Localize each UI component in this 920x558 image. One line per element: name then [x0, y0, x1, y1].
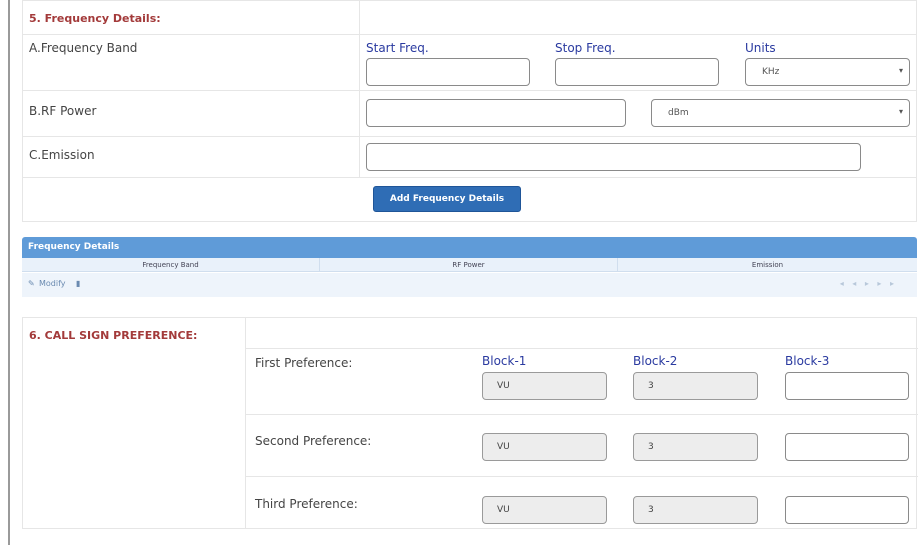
block-2-header: Block-2: [633, 354, 678, 368]
emission-input[interactable]: [366, 143, 861, 171]
rf-power-row: B.RF Power dBm ▾: [23, 91, 916, 137]
modify-link[interactable]: Modify: [39, 279, 66, 288]
grid-header-row: Frequency Band RF Power Emission: [22, 258, 917, 272]
third-preference-block-3-input[interactable]: [785, 496, 909, 524]
trash-icon[interactable]: ▮: [76, 279, 80, 288]
column-header-emission[interactable]: Emission: [618, 258, 917, 272]
rf-power-label: B.RF Power: [29, 104, 97, 118]
chevron-down-icon: ▾: [898, 107, 903, 116]
start-freq-header: Start Freq.: [366, 41, 429, 55]
first-preference-label: First Preference:: [255, 356, 353, 370]
pencil-icon[interactable]: ✎: [28, 279, 35, 288]
call-sign-preference-section: 6. CALL SIGN PREFERENCE: Block-1 Block-2…: [22, 317, 918, 529]
emission-label: C.Emission: [29, 148, 95, 162]
chevron-down-icon: ▾: [898, 66, 903, 75]
rf-power-unit-select[interactable]: dBm ▾: [651, 99, 910, 127]
stop-freq-header: Stop Freq.: [555, 41, 616, 55]
start-freq-input[interactable]: [366, 58, 530, 86]
third-preference-label: Third Preference:: [255, 497, 358, 511]
emission-row: C.Emission: [23, 137, 916, 178]
units-header: Units: [745, 41, 776, 55]
block-1-header: Block-1: [482, 354, 527, 368]
block-3-header: Block-3: [785, 354, 830, 368]
first-preference-block-2: 3: [633, 372, 758, 400]
add-frequency-details-button[interactable]: Add Frequency Details: [373, 186, 521, 212]
section5-title-row: 5. Frequency Details:: [23, 1, 916, 35]
pager-controls[interactable]: ◂ ◂ ▸ ▸ ▸: [840, 279, 897, 288]
column-header-frequency-band[interactable]: Frequency Band: [22, 258, 320, 272]
third-preference-block-2: 3: [633, 496, 758, 524]
second-preference-label: Second Preference:: [255, 434, 372, 448]
section5-title: 5. Frequency Details:: [29, 12, 161, 25]
units-select[interactable]: KHz ▾: [745, 58, 910, 86]
second-preference-block-3-input[interactable]: [785, 433, 909, 461]
rf-power-input[interactable]: [366, 99, 626, 127]
rf-power-unit-value: dBm: [668, 108, 689, 118]
second-preference-block-2: 3: [633, 433, 758, 461]
frequency-band-label: A.Frequency Band: [29, 41, 138, 55]
units-select-value: KHz: [762, 67, 780, 77]
left-border: [8, 0, 10, 545]
frequency-details-grid: Frequency Details Frequency Band RF Powe…: [22, 237, 917, 297]
second-preference-block-1: VU: [482, 433, 607, 461]
first-preference-block-3-input[interactable]: [785, 372, 909, 400]
column-header-rf-power[interactable]: RF Power: [320, 258, 618, 272]
stop-freq-input[interactable]: [555, 58, 719, 86]
first-preference-block-1: VU: [482, 372, 607, 400]
grid-caption: Frequency Details: [22, 237, 917, 258]
section6-title: 6. CALL SIGN PREFERENCE:: [29, 329, 198, 342]
third-preference-block-1: VU: [482, 496, 607, 524]
frequency-band-row: A.Frequency Band Start Freq. Stop Freq. …: [23, 35, 916, 91]
grid-pager: ✎ Modify ▮ ◂ ◂ ▸ ▸ ▸: [22, 273, 917, 297]
